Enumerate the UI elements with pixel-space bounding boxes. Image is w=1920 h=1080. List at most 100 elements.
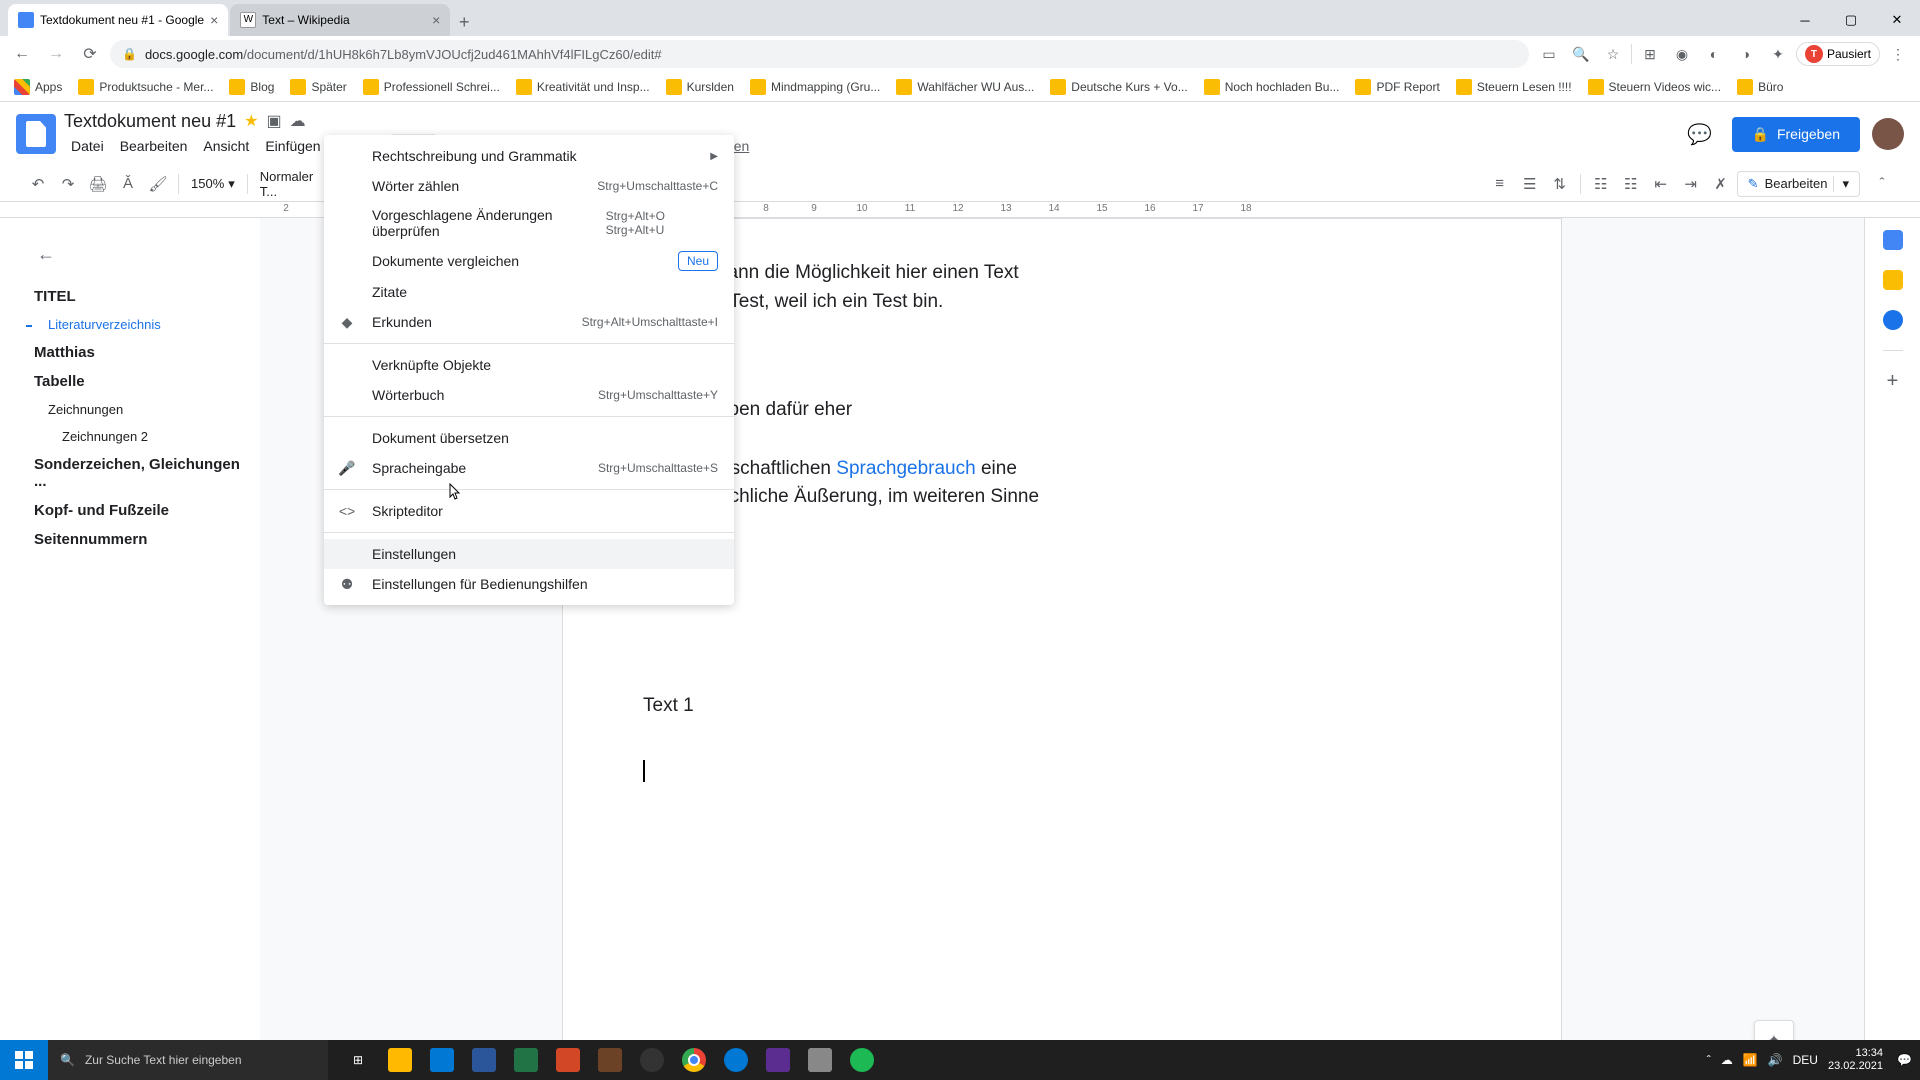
edge-icon[interactable]: [716, 1040, 756, 1080]
dropdown-item[interactable]: ◆ErkundenStrg+Alt+Umschalttaste+I: [324, 307, 734, 337]
menu-bearbeiten[interactable]: Bearbeiten: [113, 134, 195, 158]
cloud-icon[interactable]: ☁: [290, 111, 306, 131]
print-button[interactable]: 🖨: [84, 170, 112, 198]
dropdown-item[interactable]: Dokumente vergleichenNeu: [324, 245, 734, 277]
menu-ansicht[interactable]: Ansicht: [196, 134, 256, 158]
explorer-icon[interactable]: [380, 1040, 420, 1080]
dropdown-item[interactable]: Verknüpfte Objekte: [324, 350, 734, 380]
tab-docs[interactable]: Textdokument neu #1 - Google ×: [8, 4, 228, 36]
wifi-icon[interactable]: 📶: [1743, 1053, 1758, 1067]
tasks-icon[interactable]: [1883, 310, 1903, 330]
comments-button[interactable]: 💬: [1680, 114, 1720, 154]
outline-item[interactable]: Zeichnungen 2: [54, 423, 248, 450]
dropdown-item[interactable]: Einstellungen: [324, 539, 734, 569]
bookmark-item[interactable]: Blog: [223, 75, 280, 99]
outline-item[interactable]: Kopf- und Fußzeile: [26, 496, 248, 525]
back-button[interactable]: ←: [8, 40, 36, 68]
bookmark-item[interactable]: Produktsuche - Mer...: [72, 75, 219, 99]
dropdown-item[interactable]: Rechtschreibung und Grammatik▶: [324, 141, 734, 171]
star-icon[interactable]: ★: [244, 111, 258, 131]
dropdown-item[interactable]: Wörter zählenStrg+Umschalttaste+C: [324, 171, 734, 201]
account-avatar[interactable]: [1872, 118, 1904, 150]
ext4-icon[interactable]: ◑: [1732, 40, 1760, 68]
edit-mode-select[interactable]: ✎ Bearbeiten ▾: [1737, 171, 1860, 197]
align-center-button[interactable]: ≡: [1486, 170, 1514, 198]
menu-datei[interactable]: Datei: [64, 134, 111, 158]
star-icon[interactable]: ☆: [1599, 40, 1627, 68]
tab-wikipedia[interactable]: W Text – Wikipedia ×: [230, 4, 450, 36]
language-indicator[interactable]: DEU: [1793, 1053, 1818, 1067]
move-icon[interactable]: ▣: [266, 111, 281, 131]
clock[interactable]: 13:34 23.02.2021: [1828, 1047, 1887, 1073]
powerpoint-icon[interactable]: [548, 1040, 588, 1080]
notifications-icon[interactable]: 💬: [1897, 1053, 1912, 1067]
paint-format-button[interactable]: 🖌: [144, 170, 172, 198]
outdent-button[interactable]: ⇤: [1647, 170, 1675, 198]
bookmark-item[interactable]: Büro: [1731, 75, 1789, 99]
ext-icon[interactable]: ⊞: [1636, 40, 1664, 68]
edge-legacy-icon[interactable]: [422, 1040, 462, 1080]
zoom-select[interactable]: 150%▾: [185, 172, 241, 196]
line-spacing-button[interactable]: ⇅: [1546, 170, 1574, 198]
dropdown-item[interactable]: Vorgeschlagene Änderungen überprüfenStrg…: [324, 201, 734, 245]
tray-chevron-icon[interactable]: ˆ: [1707, 1053, 1711, 1067]
add-addon-button[interactable]: +: [1883, 371, 1903, 391]
zoom-icon[interactable]: 🔍: [1567, 40, 1595, 68]
start-button[interactable]: [0, 1040, 48, 1080]
reload-button[interactable]: ⟳: [76, 40, 104, 68]
obs-icon[interactable]: [632, 1040, 672, 1080]
menu-icon[interactable]: ⋮: [1884, 40, 1912, 68]
dropdown-item[interactable]: Zitate: [324, 277, 734, 307]
bookmark-item[interactable]: PDF Report: [1349, 75, 1445, 99]
bookmark-item[interactable]: Kreativität und Insp...: [510, 75, 656, 99]
close-icon[interactable]: ×: [210, 12, 218, 28]
outline-back-button[interactable]: ←: [30, 238, 62, 270]
excel-icon[interactable]: [506, 1040, 546, 1080]
spotify-icon[interactable]: [842, 1040, 882, 1080]
url-input[interactable]: 🔒 docs.google.com/document/d/1hUH8k6h7Lb…: [110, 40, 1529, 68]
app2-icon[interactable]: [758, 1040, 798, 1080]
calendar-icon[interactable]: [1883, 230, 1903, 250]
keep-icon[interactable]: [1883, 270, 1903, 290]
doc-title[interactable]: Textdokument neu #1: [64, 111, 236, 132]
redo-button[interactable]: ↷: [54, 170, 82, 198]
bookmark-item[interactable]: Steuern Lesen !!!!: [1450, 75, 1578, 99]
link-text[interactable]: Sprachgebrauch: [836, 458, 975, 479]
outline-item[interactable]: Zeichnungen: [40, 396, 248, 423]
close-icon[interactable]: ×: [432, 12, 440, 28]
maximize-button[interactable]: ▢: [1828, 4, 1874, 36]
outline-item[interactable]: Sonderzeichen, Gleichungen ...: [26, 450, 248, 496]
profile-paused[interactable]: T Pausiert: [1796, 42, 1880, 66]
outline-item[interactable]: Seitennummern: [26, 525, 248, 554]
close-window-button[interactable]: ✕: [1874, 4, 1920, 36]
taskbar-search[interactable]: 🔍 Zur Suche Text hier eingeben: [48, 1040, 328, 1080]
outline-item[interactable]: Literaturverzeichnis: [40, 311, 248, 338]
menu-einfuegen[interactable]: Einfügen: [258, 134, 327, 158]
bookmark-item[interactable]: Steuern Videos wic...: [1582, 75, 1728, 99]
bookmark-item[interactable]: Kurslden: [660, 75, 740, 99]
outline-item[interactable]: Matthias: [26, 338, 248, 367]
clear-format-button[interactable]: ✗: [1707, 170, 1735, 198]
app3-icon[interactable]: [800, 1040, 840, 1080]
dropdown-item[interactable]: Dokument übersetzen: [324, 423, 734, 453]
chrome-icon[interactable]: [674, 1040, 714, 1080]
minimize-button[interactable]: ─: [1782, 4, 1828, 36]
bookmark-item[interactable]: Mindmapping (Gru...: [744, 75, 886, 99]
task-view-button[interactable]: ⊞: [338, 1040, 378, 1080]
new-tab-button[interactable]: +: [450, 8, 478, 36]
indent-button[interactable]: ⇥: [1677, 170, 1705, 198]
bookmark-item[interactable]: Später: [284, 75, 352, 99]
video-icon[interactable]: ▭: [1535, 40, 1563, 68]
bookmark-item[interactable]: Wahlfächer WU Aus...: [890, 75, 1040, 99]
collapse-button[interactable]: ˆ: [1868, 170, 1896, 198]
bookmark-apps[interactable]: Apps: [8, 75, 68, 99]
undo-button[interactable]: ↶: [24, 170, 52, 198]
bookmark-item[interactable]: Noch hochladen Bu...: [1198, 75, 1346, 99]
bulleted-list-button[interactable]: ☷: [1617, 170, 1645, 198]
word-icon[interactable]: [464, 1040, 504, 1080]
dropdown-item[interactable]: WörterbuchStrg+Umschalttaste+Y: [324, 380, 734, 410]
docs-logo-icon[interactable]: [16, 114, 56, 154]
dropdown-item[interactable]: 🎤SpracheingabeStrg+Umschalttaste+S: [324, 453, 734, 483]
forward-button[interactable]: →: [42, 40, 70, 68]
bookmark-item[interactable]: Professionell Schrei...: [357, 75, 506, 99]
